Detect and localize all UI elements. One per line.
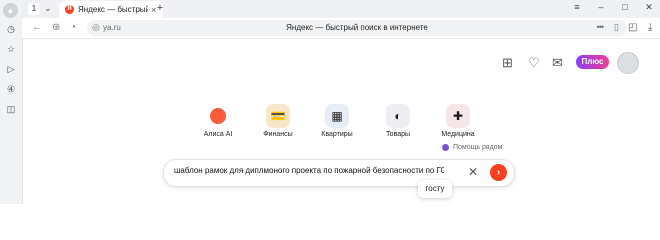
alice-icon — [206, 104, 230, 128]
service-apartments[interactable]: ▦ Квартиры — [307, 104, 367, 138]
new-tab-button[interactable]: + — [154, 2, 166, 14]
yandex-logo-icon: Я — [65, 5, 74, 14]
download-icon[interactable]: ⤓ — [648, 22, 652, 33]
search-submit-button[interactable]: › — [490, 164, 507, 181]
browser-toolbar: ← ⊛ ◔ ◎ ya.ru Яндекс — быстрый поиск в и… — [22, 18, 660, 39]
menu-icon[interactable]: ≡ — [572, 2, 582, 13]
address-page-title: Яндекс — быстрый поиск в интернете — [286, 23, 428, 32]
service-medicine[interactable]: ✚ Медицина — [428, 104, 488, 138]
service-finance[interactable]: 💳 Финансы — [248, 104, 308, 138]
profile-avatar-icon[interactable]: ● — [3, 3, 18, 18]
service-label: Товары — [385, 131, 411, 138]
service-label: Медицина — [441, 131, 475, 138]
collections-icon[interactable]: ◰ — [628, 22, 637, 33]
yandex-home-icon[interactable]: ⊛ — [52, 22, 60, 33]
maximize-icon[interactable]: □ — [620, 2, 630, 13]
bookmark-icon[interactable]: ▯ — [614, 22, 619, 33]
service-label: Алиса AI — [203, 131, 233, 138]
help-nearby-icon — [442, 144, 449, 151]
search-suggestion[interactable]: госту — [418, 180, 452, 198]
goods-icon: ◐ — [386, 104, 410, 128]
bookmarks-icon[interactable]: ☆ — [4, 42, 18, 56]
heart-icon[interactable]: ♡ — [528, 55, 540, 71]
tab-strip: 1 ⌄ Я Яндекс — быстрый поиск в интернете… — [22, 0, 660, 18]
tab-title: Яндекс — быстрый поиск в интернете — [78, 5, 148, 14]
close-window-icon[interactable]: ✕ — [644, 2, 654, 13]
apartments-icon: ▦ — [325, 104, 349, 128]
plus-button[interactable]: Плюс — [576, 55, 609, 69]
mail-icon[interactable]: ✉ — [552, 55, 563, 71]
search-box: ✕ › — [163, 159, 515, 187]
more-icon[interactable]: ••• — [597, 22, 605, 32]
address-bar[interactable]: ◎ ya.ru Яндекс — быстрый поиск в интерне… — [87, 20, 627, 36]
browser-sidebar: ● ◷ ☆ ▷ ④ ◫ — [0, 0, 23, 204]
service-label: Квартиры — [321, 131, 353, 138]
medicine-icon: ✚ — [446, 104, 470, 128]
apps-grid-icon[interactable]: ⊞ — [502, 55, 513, 71]
extensions-icon[interactable]: ◫ — [4, 102, 18, 116]
tab-count-badge[interactable]: 1 — [28, 3, 40, 15]
play-icon[interactable]: ▷ — [4, 62, 18, 76]
clear-icon[interactable]: ✕ — [468, 165, 478, 179]
counter-icon[interactable]: ④ — [4, 82, 18, 96]
service-label: Финансы — [263, 131, 293, 138]
minimize-icon[interactable]: – — [596, 2, 606, 13]
history-icon[interactable]: ◷ — [4, 22, 18, 36]
service-goods[interactable]: ◐ Товары — [368, 104, 428, 138]
back-icon[interactable]: ← — [32, 22, 42, 33]
window-controls: ≡ – □ ✕ — [572, 2, 654, 13]
help-nearby-label: Помощь рядом — [453, 144, 503, 151]
search-input[interactable] — [174, 166, 444, 175]
help-nearby-link[interactable]: Помощь рядом — [442, 144, 502, 151]
service-alice[interactable]: Алиса AI — [188, 104, 248, 138]
finance-icon: 💳 — [266, 104, 290, 128]
chevron-down-icon[interactable]: ⌄ — [44, 3, 52, 14]
download-status-icon[interactable]: ◔ — [70, 22, 76, 33]
active-tab[interactable]: Я Яндекс — быстрый поиск в интернете × — [59, 1, 163, 18]
user-avatar[interactable] — [617, 52, 639, 74]
